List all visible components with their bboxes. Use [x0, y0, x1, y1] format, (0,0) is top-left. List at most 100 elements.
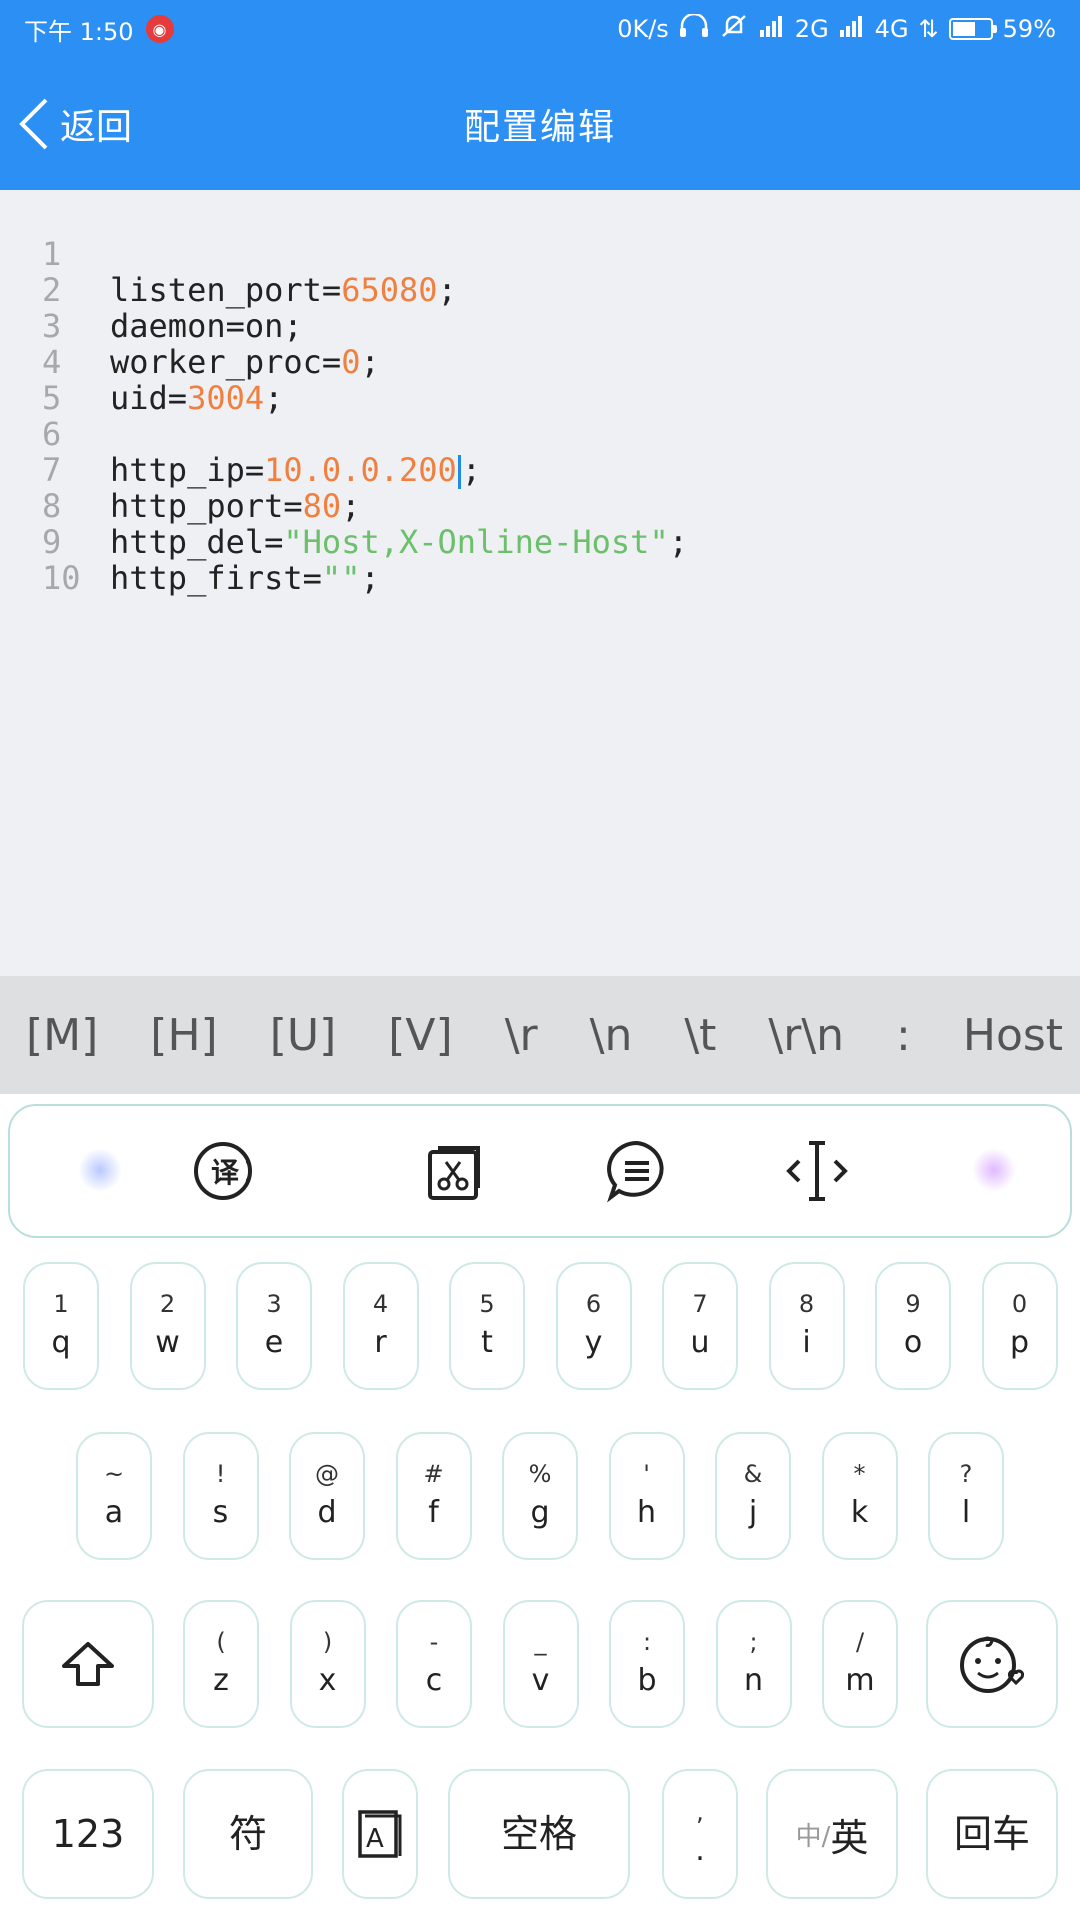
key-secondary-label: 9	[905, 1290, 921, 1318]
key-u[interactable]: 7u	[662, 1262, 738, 1390]
key-l[interactable]: ? l	[928, 1432, 1004, 1560]
key-label: 123	[51, 1812, 125, 1856]
chevron-left-icon	[19, 98, 48, 150]
code-line[interactable]: 1	[0, 236, 1080, 272]
key-t[interactable]: 5t	[449, 1262, 525, 1390]
data-transfer-icon: ⇅	[918, 15, 939, 43]
key-label: h	[636, 1495, 656, 1530]
status-right: 0K/s 2G 4G ⇅ 59%	[617, 12, 1056, 46]
key-k[interactable]: * k	[821, 1432, 898, 1560]
quick-insert-item[interactable]: [V]	[362, 1010, 478, 1061]
key-label: s	[212, 1495, 229, 1530]
text-box-icon: A	[358, 1810, 402, 1858]
code-line[interactable]: 8 http_port=80;	[0, 488, 1080, 524]
key-o[interactable]: 9o	[875, 1262, 951, 1390]
key-label: a	[104, 1495, 124, 1530]
translate-button[interactable]: 译	[190, 1136, 260, 1206]
key-label: i	[802, 1325, 811, 1360]
key-b[interactable]: :b	[609, 1600, 685, 1728]
key-d[interactable]: @ d	[289, 1432, 365, 1560]
key-secondary-label: 3	[266, 1290, 282, 1318]
key-secondary-label: -	[429, 1628, 439, 1656]
key-c[interactable]: -c	[396, 1600, 472, 1728]
key-secondary-label: &	[743, 1460, 763, 1488]
code-line[interactable]: 10 http_first="";	[0, 560, 1080, 596]
key-secondary-label: !	[215, 1460, 226, 1488]
code-line[interactable]: 3 daemon=on;	[0, 308, 1080, 344]
code-line[interactable]: 5 uid=3004;	[0, 380, 1080, 416]
quick-insert-item[interactable]: \r\n	[742, 1010, 870, 1061]
code-line[interactable]: 7 http_ip=10.0.0.200;	[0, 452, 1080, 489]
key-f[interactable]: # f	[395, 1432, 472, 1560]
back-button[interactable]: 返回	[16, 58, 132, 190]
code-line[interactable]: 9 http_del="Host,X-Online-Host";	[0, 524, 1080, 560]
key-g[interactable]: % g	[502, 1432, 578, 1560]
key-secondary-label: (	[216, 1628, 226, 1656]
purple-orb-icon[interactable]	[972, 1148, 1016, 1192]
quick-insert-item[interactable]: \r	[479, 1010, 564, 1061]
key-h[interactable]: ' h	[608, 1432, 685, 1560]
key-w[interactable]: 2w	[129, 1262, 206, 1390]
code-text: worker_proc=	[110, 343, 342, 381]
key-x[interactable]: ) x	[289, 1600, 366, 1728]
emoji-key[interactable]	[926, 1600, 1058, 1728]
quick-insert-item[interactable]: :	[870, 1010, 937, 1061]
key-secondary-label: /	[855, 1628, 865, 1656]
key-secondary-label: 0	[1011, 1290, 1028, 1318]
line-number: 2	[42, 271, 62, 309]
phrases-button[interactable]	[602, 1136, 672, 1206]
key-v[interactable]: _ v	[502, 1600, 579, 1728]
quick-insert-item[interactable]: \t	[658, 1010, 742, 1061]
key-label: 空格	[500, 1812, 577, 1856]
key-q[interactable]: 1q	[23, 1262, 99, 1390]
baby-face-icon	[960, 1636, 1025, 1693]
key-n[interactable]: ; n	[715, 1600, 792, 1728]
code-text: listen_port=	[110, 271, 342, 309]
numbers-key[interactable]: 123	[22, 1769, 154, 1899]
title-bar: 返回 配置编辑	[0, 58, 1080, 190]
cursor-move-button[interactable]	[782, 1136, 852, 1206]
line-code: http_first="";	[110, 560, 380, 596]
key-s[interactable]: ! s	[182, 1432, 259, 1560]
key-label: o	[903, 1325, 923, 1360]
key-j[interactable]: & j	[715, 1432, 791, 1560]
clipboard-button[interactable]	[422, 1136, 492, 1206]
key-label: m	[845, 1663, 875, 1698]
language-switch-key[interactable]: 中/英	[766, 1769, 898, 1899]
quick-insert-item[interactable]: [U]	[244, 1010, 363, 1061]
key-y[interactable]: 6y	[555, 1262, 632, 1390]
blue-orb-icon[interactable]	[78, 1148, 122, 1192]
key-label: p	[1009, 1325, 1030, 1360]
symbols-key[interactable]: 符	[183, 1769, 313, 1899]
quick-insert-item[interactable]: [M]	[0, 1010, 124, 1061]
key-r[interactable]: 4r	[342, 1262, 419, 1390]
quick-insert-item[interactable]: [H]	[124, 1010, 243, 1061]
code-line[interactable]: 6	[0, 416, 1080, 452]
space-key[interactable]: 空格	[448, 1769, 630, 1899]
period-key[interactable]: ,.	[662, 1769, 738, 1899]
key-secondary-label: @	[315, 1460, 339, 1488]
code-line[interactable]: 4 worker_proc=0;	[0, 344, 1080, 380]
quick-insert-item[interactable]: Host	[937, 1010, 1080, 1061]
code-line[interactable]: 2 listen_port=65080;	[0, 272, 1080, 308]
code-editor[interactable]: 1 2 listen_port=65080; 3 daemon=on; 4 worker_p…	[0, 190, 1080, 976]
key-z[interactable]: (z	[183, 1600, 259, 1728]
code-text: ;	[437, 271, 457, 309]
key-p[interactable]: 0p	[981, 1262, 1058, 1390]
quick-insert-item[interactable]: \n	[564, 1010, 659, 1061]
code-number: 0	[341, 343, 361, 381]
enter-key[interactable]: 回车	[926, 1769, 1058, 1899]
key-label: n	[743, 1663, 763, 1698]
code-number: 3004	[187, 379, 265, 417]
page-title: 配置编辑	[463, 107, 616, 148]
key-m[interactable]: / m	[822, 1600, 898, 1728]
key-secondary-label: _	[534, 1628, 547, 1656]
key-a[interactable]: ~ a	[76, 1432, 152, 1560]
signal-icon-1	[759, 14, 785, 44]
shift-key[interactable]	[22, 1600, 154, 1728]
code-text: daemon=on;	[110, 307, 303, 345]
text-edit-key[interactable]: A	[342, 1769, 418, 1899]
key-i[interactable]: 8i	[768, 1262, 845, 1390]
code-text: http_first=	[110, 559, 322, 597]
key-e[interactable]: 3e	[236, 1262, 312, 1390]
